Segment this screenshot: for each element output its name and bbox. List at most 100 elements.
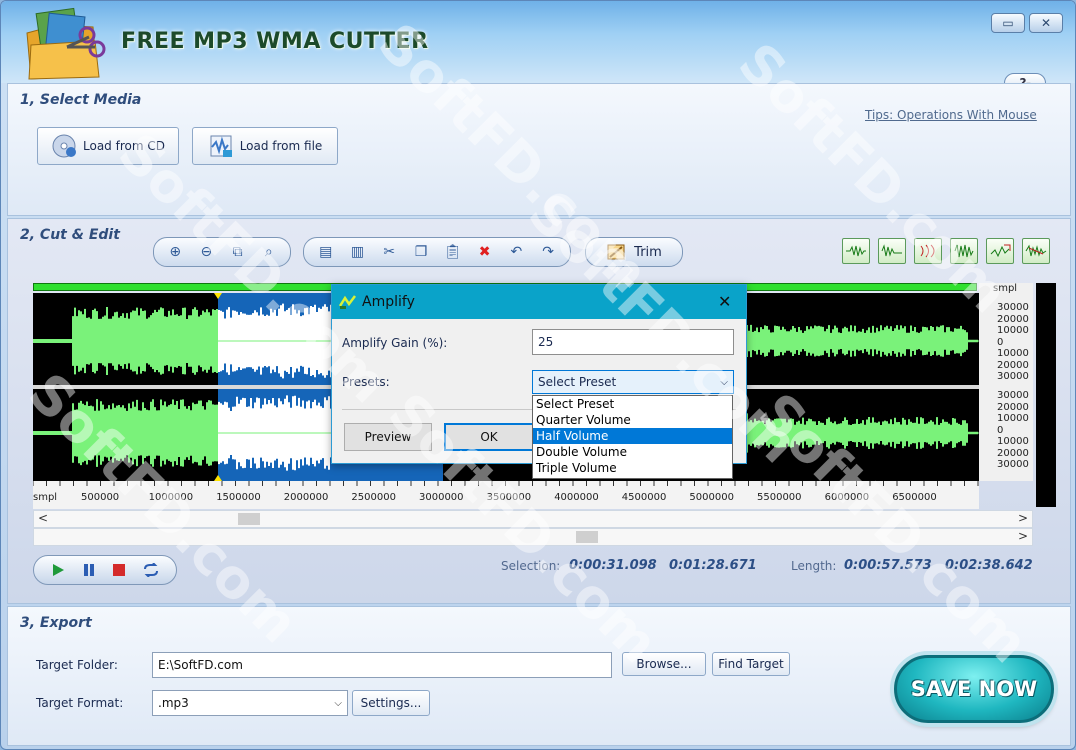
- scale-label: 0: [997, 336, 1004, 348]
- app-title: FREE MP3 WMA CUTTER: [121, 29, 429, 54]
- horizontal-scrollbar[interactable]: < >: [33, 510, 1033, 528]
- scroll-left-icon[interactable]: <: [38, 511, 48, 525]
- amplify-gain-input[interactable]: 25: [532, 329, 734, 355]
- ruler-label: 500000: [81, 492, 120, 503]
- folder-scissors-logo-icon: [26, 7, 106, 80]
- undo-icon[interactable]: ↶: [506, 242, 526, 262]
- cut-icon[interactable]: ✂: [379, 242, 399, 262]
- trim-label: Trim: [634, 244, 662, 260]
- ruler-label: 2500000: [351, 492, 396, 503]
- preset-option[interactable]: Double Volume: [533, 444, 732, 460]
- redo-icon[interactable]: ↷: [538, 242, 558, 262]
- preset-option[interactable]: Select Preset: [533, 396, 732, 412]
- scale-label: 10000: [997, 325, 1029, 336]
- scale-label: 30000: [997, 390, 1029, 401]
- normalize-effect-button[interactable]: [986, 238, 1014, 264]
- stop-icon[interactable]: [112, 563, 126, 577]
- scroll-right-icon[interactable]: >: [1018, 529, 1028, 543]
- zoom-fit-icon[interactable]: ⌕: [259, 242, 279, 262]
- chevron-down-icon: ⌵: [334, 697, 342, 709]
- trim-icon: [607, 244, 625, 260]
- scroll-right-icon[interactable]: >: [1018, 511, 1028, 525]
- settings-button[interactable]: Settings...: [352, 690, 430, 716]
- preset-option[interactable]: Triple Volume: [533, 460, 732, 476]
- minimize-button[interactable]: ▭: [991, 13, 1025, 33]
- selection-label: Selection:: [501, 559, 561, 573]
- scroll-thumb[interactable]: [238, 513, 260, 525]
- fade-out-effect-button[interactable]: [878, 238, 906, 264]
- normalize-icon: [990, 244, 1011, 258]
- chevron-down-icon: ⌵: [720, 376, 728, 388]
- zoom-in-icon[interactable]: ⊕: [165, 242, 185, 262]
- close-button[interactable]: ✕: [1029, 13, 1063, 33]
- presets-label: Presets:: [342, 375, 390, 389]
- scale-label: 30000: [997, 371, 1029, 382]
- delete-icon[interactable]: ✖: [475, 242, 495, 262]
- dialog-title: Amplify: [362, 294, 415, 310]
- load-from-cd-button[interactable]: Load from CD: [37, 127, 179, 165]
- ruler-label: 3000000: [419, 492, 464, 503]
- fade-in-effect-button[interactable]: [842, 238, 870, 264]
- scale-label: 10000: [997, 348, 1029, 359]
- target-folder-label: Target Folder:: [36, 658, 118, 672]
- scale-label: 20000: [997, 359, 1029, 371]
- sample-ruler: smpl 500000 1000000 1500000 2000000 2500000 3…: [33, 481, 979, 509]
- target-format-select[interactable]: .mp3 ⌵: [152, 690, 348, 716]
- echo-effect-button[interactable]: [914, 238, 942, 264]
- scale-label: 20000: [997, 447, 1029, 459]
- paste-icon[interactable]: 📋︎: [443, 242, 463, 262]
- ruler-label: 6000000: [824, 492, 870, 503]
- amplify-icon: [339, 295, 356, 309]
- copy-icon[interactable]: ❐: [411, 242, 431, 262]
- preview-button[interactable]: Preview: [344, 423, 432, 451]
- play-icon[interactable]: [51, 563, 65, 577]
- waveform-icon: [954, 244, 974, 258]
- length-value: 0:00:57.573: [844, 558, 932, 573]
- target-folder-input[interactable]: E:\SoftFD.com: [152, 652, 612, 678]
- loop-icon[interactable]: [143, 563, 159, 577]
- ruler-label: 5500000: [757, 492, 802, 503]
- trim-button[interactable]: Trim: [585, 237, 683, 267]
- zoom-toolbar: ⊕ ⊖ ⧉ ⌕: [153, 237, 291, 267]
- preset-option[interactable]: Quarter Volume: [533, 412, 732, 428]
- select-start-icon[interactable]: ▤: [316, 242, 336, 262]
- zoom-scrollbar[interactable]: >: [33, 528, 1033, 546]
- length-label: Length:: [791, 559, 837, 573]
- level-meter: [1036, 283, 1056, 507]
- playback-controls: [33, 555, 177, 585]
- app-window: FREE MP3 WMA CUTTER ▭ ✕ ?▾ 1, Select Med…: [0, 0, 1076, 750]
- preset-option[interactable]: Half Volume: [533, 428, 732, 444]
- scale-label: 10000: [997, 413, 1029, 424]
- silence-effect-button[interactable]: [1022, 238, 1050, 264]
- zoom-out-icon[interactable]: ⊖: [196, 242, 216, 262]
- selection-start: 0:00:31.098: [569, 558, 657, 573]
- edit-toolbar: ▤ ▥ ✂ ❐ 📋︎ ✖ ↶ ↷: [303, 237, 571, 267]
- amplify-effect-button[interactable]: [950, 238, 978, 264]
- find-target-button[interactable]: Find Target: [712, 652, 790, 676]
- dialog-close-icon[interactable]: ✕: [718, 292, 731, 311]
- browse-button[interactable]: Browse...: [622, 652, 706, 676]
- tips-link[interactable]: Tips: Operations With Mouse: [865, 108, 1037, 122]
- selection-end: 0:01:28.671: [669, 558, 757, 573]
- scroll-thumb[interactable]: [576, 531, 598, 543]
- save-now-button[interactable]: SAVE NOW: [894, 655, 1054, 723]
- amplitude-scale: smpl 30000 20000 10000 0 10000 20000 30000 300…: [979, 283, 1033, 481]
- scale-label: 30000: [997, 459, 1029, 470]
- pause-icon[interactable]: [82, 563, 96, 577]
- target-format-value: .mp3: [158, 696, 189, 710]
- ok-button[interactable]: OK: [444, 423, 534, 451]
- ruler-label: 1500000: [216, 492, 261, 503]
- total-duration: 0:02:38.642: [945, 558, 1033, 573]
- target-format-label: Target Format:: [36, 696, 124, 710]
- scale-label: 10000: [997, 436, 1029, 447]
- minimize-icon: ▭: [1002, 16, 1014, 30]
- cd-icon: [52, 134, 77, 158]
- presets-select[interactable]: Select Preset ⌵: [532, 370, 734, 394]
- load-from-file-button[interactable]: Load from file: [192, 127, 338, 165]
- select-end-icon[interactable]: ▥: [348, 242, 368, 262]
- echo-icon: [920, 244, 935, 258]
- zoom-selection-icon[interactable]: ⧉: [228, 242, 248, 262]
- close-icon: ✕: [1040, 16, 1052, 30]
- ruler-label: 6500000: [892, 492, 937, 503]
- scale-unit: smpl: [993, 283, 1018, 294]
